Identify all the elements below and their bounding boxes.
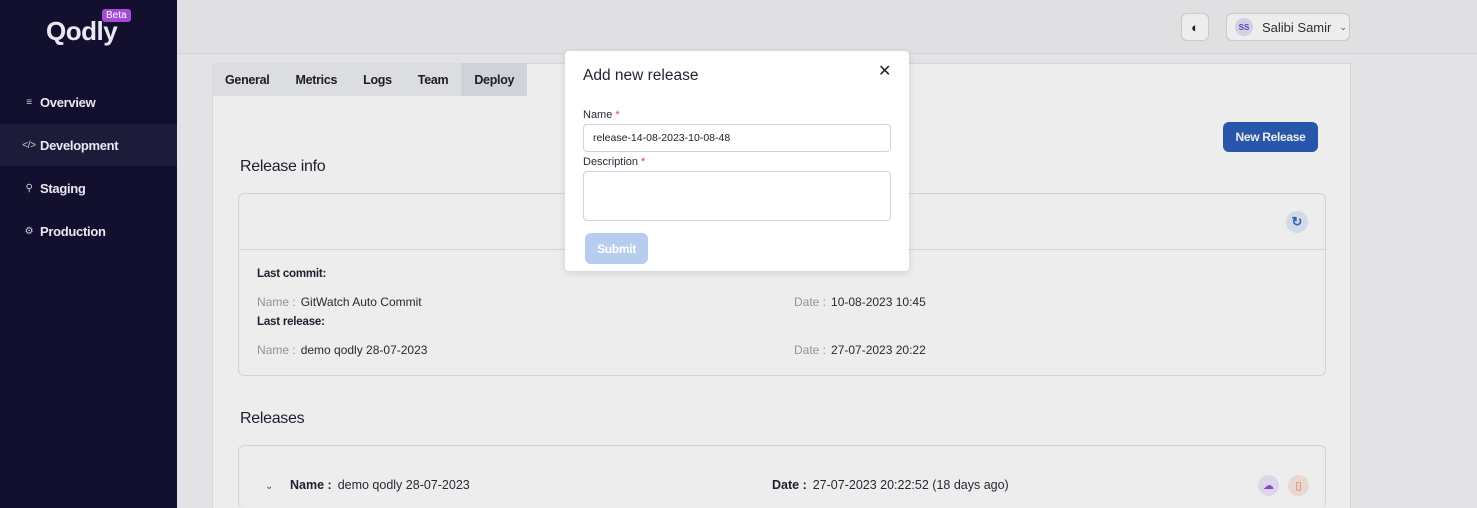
submit-button[interactable]: Submit (585, 233, 648, 264)
name-label-text: Name (583, 109, 613, 121)
sidebar-item-development[interactable]: </> Development (0, 124, 177, 166)
rocket-icon: ⚲ (25, 182, 33, 194)
sidebar-item-label: Development (40, 137, 119, 153)
logo: Qodly Beta (46, 9, 136, 46)
sidebar: Qodly Beta ≡ Overview </> Development ⚲ … (0, 0, 177, 508)
required-marker: * (615, 109, 620, 121)
sidebar-item-overview[interactable]: ≡ Overview (0, 81, 177, 123)
required-marker: * (641, 156, 646, 168)
sidebar-item-staging[interactable]: ⚲ Staging (0, 167, 177, 209)
name-field-label: Name * (583, 109, 620, 121)
sidebar-item-label: Staging (40, 180, 86, 196)
description-input[interactable] (583, 171, 891, 221)
description-label-text: Description (583, 156, 639, 168)
modal-title: Add new release (583, 67, 699, 84)
gear-icon: ⚙ (24, 225, 34, 237)
add-release-modal: Add new release ✕ Name* Description* Sub… (565, 51, 909, 271)
sidebar-item-production[interactable]: ⚙ Production (0, 210, 177, 252)
beta-badge: Beta (102, 9, 131, 22)
close-icon[interactable]: ✕ (878, 61, 891, 81)
overview-icon: ≡ (26, 96, 32, 108)
name-input[interactable] (583, 124, 891, 152)
code-icon: </> (22, 139, 36, 151)
sidebar-item-label: Overview (40, 94, 96, 110)
sidebar-item-label: Production (40, 223, 106, 239)
description-field-label: Description * (583, 156, 645, 168)
